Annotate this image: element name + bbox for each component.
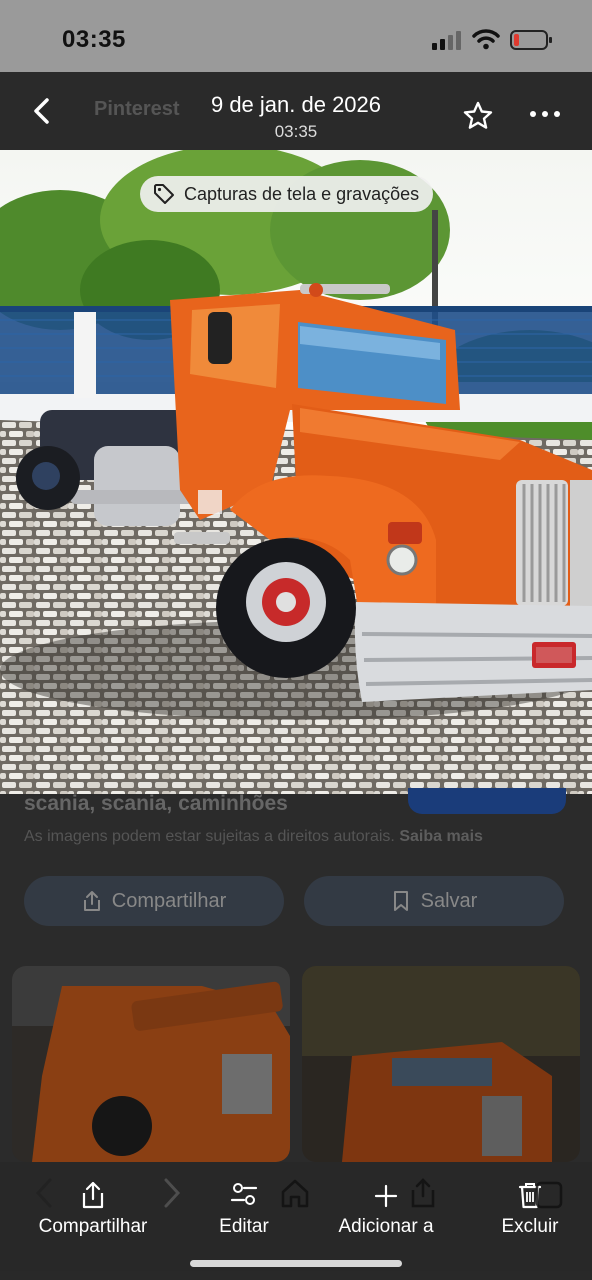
- album-chip[interactable]: Capturas de tela e gravações: [140, 176, 434, 212]
- share-label: Compartilhar: [38, 1216, 148, 1237]
- browser-back-icon: [35, 1178, 52, 1208]
- related-pin-thumbnail: [12, 966, 290, 1162]
- pinterest-share-label: Compartilhar: [111, 889, 227, 912]
- learn-more-link: Saiba mais: [399, 828, 483, 845]
- pinterest-blue-button: [408, 788, 566, 814]
- tag-icon: [154, 184, 174, 204]
- plus-icon: [374, 1184, 398, 1208]
- photo-time: 03:35: [274, 122, 318, 141]
- pinterest-share-button: Compartilhar: [24, 876, 284, 926]
- main-photo[interactable]: Capturas de tela e gravações: [0, 150, 592, 794]
- browser-home-icon: [281, 1179, 309, 1208]
- pin-title: scania, scania, caminhões: [24, 792, 288, 815]
- photo-date: 9 de jan. de 2026: [210, 92, 382, 117]
- viewer-top-bar: Pinterest 9 de jan. de 2026 03:35: [0, 72, 592, 150]
- edit-sliders-icon: [230, 1183, 258, 1205]
- browser-forward-icon: [164, 1178, 181, 1208]
- browser-share-icon: [411, 1178, 435, 1208]
- edit-button[interactable]: Editar: [208, 1162, 280, 1238]
- share-icon: [82, 1181, 104, 1209]
- home-indicator[interactable]: [190, 1260, 402, 1267]
- bookmark-icon: [393, 891, 408, 911]
- related-truck-image: [12, 966, 290, 1162]
- edit-label: Editar: [219, 1216, 269, 1237]
- battery-low-icon: [510, 30, 552, 50]
- share-icon: [83, 891, 100, 911]
- related-truck-image: [302, 966, 580, 1162]
- cellular-signal-icon: [432, 31, 461, 50]
- add-to-label: Adicionar a: [338, 1216, 434, 1237]
- pinterest-save-button: Salvar: [304, 876, 564, 926]
- delete-label: Excluir: [501, 1216, 559, 1237]
- browser-tabs-icon: [535, 1181, 563, 1209]
- truck-photo-illustration: [0, 150, 592, 794]
- more-options-icon[interactable]: [528, 108, 562, 120]
- status-bar: 03:35: [0, 0, 592, 72]
- favorite-star-icon[interactable]: [462, 100, 494, 132]
- related-pin-thumbnail: [302, 966, 580, 1162]
- copyright-note-text: As imagens podem estar sujeitas a direit…: [24, 828, 395, 845]
- status-time: 03:35: [62, 26, 126, 53]
- album-chip-label: Capturas de tela e gravações: [184, 183, 420, 204]
- wifi-icon: [472, 29, 500, 50]
- copyright-note: As imagens podem estar sujeitas a direit…: [24, 828, 483, 846]
- pinterest-save-label: Salvar: [420, 889, 478, 912]
